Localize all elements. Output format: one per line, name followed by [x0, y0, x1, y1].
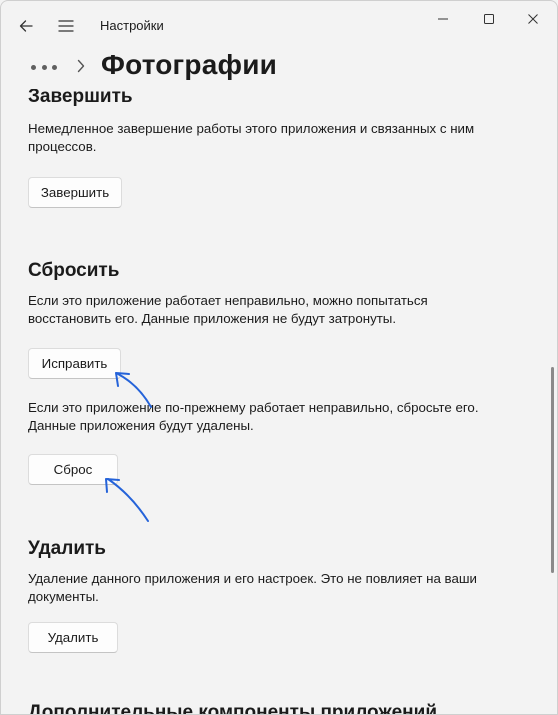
reset-section-title: Сбросить — [28, 260, 120, 281]
terminate-section-title: Завершить — [28, 89, 133, 107]
repair-button[interactable]: Исправить — [28, 348, 121, 379]
breadcrumb: Фотографии — [1, 49, 557, 89]
more-dots-icon[interactable] — [31, 59, 57, 75]
minimize-icon[interactable] — [423, 7, 463, 31]
app-title: Настройки — [100, 18, 164, 33]
page-title: Фотографии — [101, 49, 278, 80]
reset-button[interactable]: Сброс — [28, 454, 118, 485]
uninstall-button[interactable]: Удалить — [28, 622, 118, 653]
chevron-right-icon — [75, 58, 87, 79]
reset-description: Если это приложение по-прежнему работает… — [28, 400, 479, 433]
back-arrow-icon[interactable] — [15, 15, 37, 37]
settings-window: Настройки Фотографии Завершить Немедленн… — [0, 0, 558, 715]
repair-description: Если это приложение работает неправильно… — [28, 293, 428, 326]
addons-section-title: Дополнительные компоненты приложений — [28, 702, 438, 715]
uninstall-description: Удаление данного приложения и его настро… — [28, 571, 477, 604]
settings-content: Завершить Немедленное завершение работы … — [1, 89, 557, 715]
maximize-icon[interactable] — [469, 7, 509, 31]
close-icon[interactable] — [513, 7, 553, 31]
terminate-button[interactable]: Завершить — [28, 177, 122, 208]
hamburger-menu-icon[interactable] — [55, 15, 77, 37]
vertical-scrollbar[interactable] — [551, 367, 554, 573]
title-bar: Настройки — [1, 1, 557, 49]
terminate-description: Немедленное завершение работы этого прил… — [28, 121, 475, 154]
uninstall-section-title: Удалить — [28, 538, 106, 559]
